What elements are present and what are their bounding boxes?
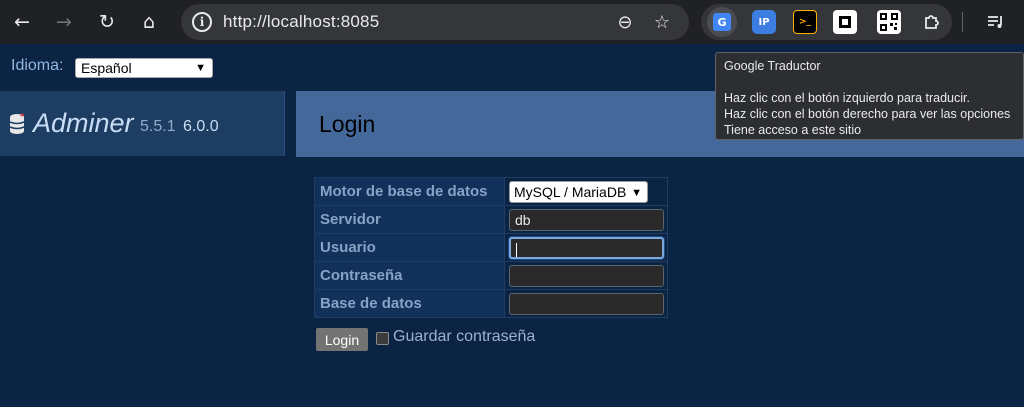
toolbar-divider <box>962 12 963 32</box>
home-icon[interactable]: ⌂ <box>135 8 163 36</box>
chevron-down-icon: ▼ <box>631 186 642 199</box>
login-button[interactable]: Login <box>316 328 368 351</box>
forward-icon[interactable]: → <box>50 8 78 36</box>
site-info-icon[interactable]: i <box>192 12 212 32</box>
password-label: Contraseña <box>314 261 505 290</box>
database-input[interactable] <box>509 292 664 315</box>
save-password-label[interactable]: Guardar contraseña <box>393 328 535 346</box>
zoom-icon[interactable]: ⊖ <box>613 10 637 34</box>
text-caret <box>516 242 517 257</box>
save-password-checkbox[interactable] <box>376 332 389 345</box>
adminer-brand: Adminer 5.5.1 6.0.0 <box>0 91 285 156</box>
browser-toolbar: ← → ↻ ⌂ i http://localhost:8085 ⊖ ☆ G IP… <box>0 0 1024 44</box>
language-label: Idioma: <box>11 57 64 74</box>
form-row-server: Servidor db <box>314 205 668 234</box>
extensions-group: G IP >_ <box>701 4 952 40</box>
square-extension-icon[interactable] <box>833 10 857 34</box>
driver-selected-value: MySQL / MariaDB <box>514 183 627 200</box>
login-form: Motor de base de datos MySQL / MariaDB ▼… <box>314 177 668 318</box>
current-version: 5.5.1 <box>140 118 176 135</box>
url-text[interactable]: http://localhost:8085 <box>223 12 379 32</box>
tooltip-line: Tiene acceso a este sitio <box>724 123 862 137</box>
page-title: Login <box>319 111 376 137</box>
form-row-driver: Motor de base de datos MySQL / MariaDB ▼ <box>314 177 668 206</box>
ssh-extension-icon[interactable]: >_ <box>793 10 817 34</box>
brand-name-link[interactable]: Adminer <box>33 108 134 139</box>
username-label: Usuario <box>314 233 505 262</box>
driver-select[interactable]: MySQL / MariaDB ▼ <box>509 180 648 203</box>
server-input[interactable]: db <box>509 208 664 231</box>
form-row-database: Base de datos <box>314 289 668 318</box>
form-row-password: Contraseña <box>314 261 668 290</box>
server-label: Servidor <box>314 205 505 234</box>
password-input[interactable] <box>509 264 664 287</box>
reload-icon[interactable]: ↻ <box>93 8 121 36</box>
form-row-username: Usuario <box>314 233 668 262</box>
chevron-down-icon: ▼ <box>195 62 206 74</box>
back-icon[interactable]: ← <box>8 8 36 36</box>
ip-extension-icon[interactable]: IP <box>752 10 776 34</box>
language-selected-value: Español <box>81 60 132 76</box>
username-input[interactable] <box>509 236 664 259</box>
tooltip-line: Haz clic con el botón derecho para ver l… <box>724 107 1011 121</box>
google-translate-tooltip: Google Traductor Haz clic con el botón i… <box>715 52 1024 140</box>
qr-code-extension-icon[interactable] <box>877 10 901 34</box>
driver-label: Motor de base de datos <box>314 177 505 206</box>
language-select[interactable]: Español ▼ <box>75 58 213 78</box>
database-logo-icon <box>9 113 25 134</box>
address-bar[interactable]: i http://localhost:8085 ⊖ ☆ <box>181 4 689 40</box>
bookmark-star-icon[interactable]: ☆ <box>650 10 674 34</box>
google-translate-extension-icon[interactable]: G <box>707 7 737 37</box>
tooltip-line: Haz clic con el botón izquierdo para tra… <box>724 91 970 105</box>
extensions-puzzle-icon[interactable] <box>920 10 944 34</box>
media-controls-icon[interactable] <box>984 10 1008 34</box>
new-version-link[interactable]: 6.0.0 <box>183 118 219 136</box>
tooltip-title: Google Traductor <box>724 59 821 73</box>
database-label: Base de datos <box>314 289 505 318</box>
